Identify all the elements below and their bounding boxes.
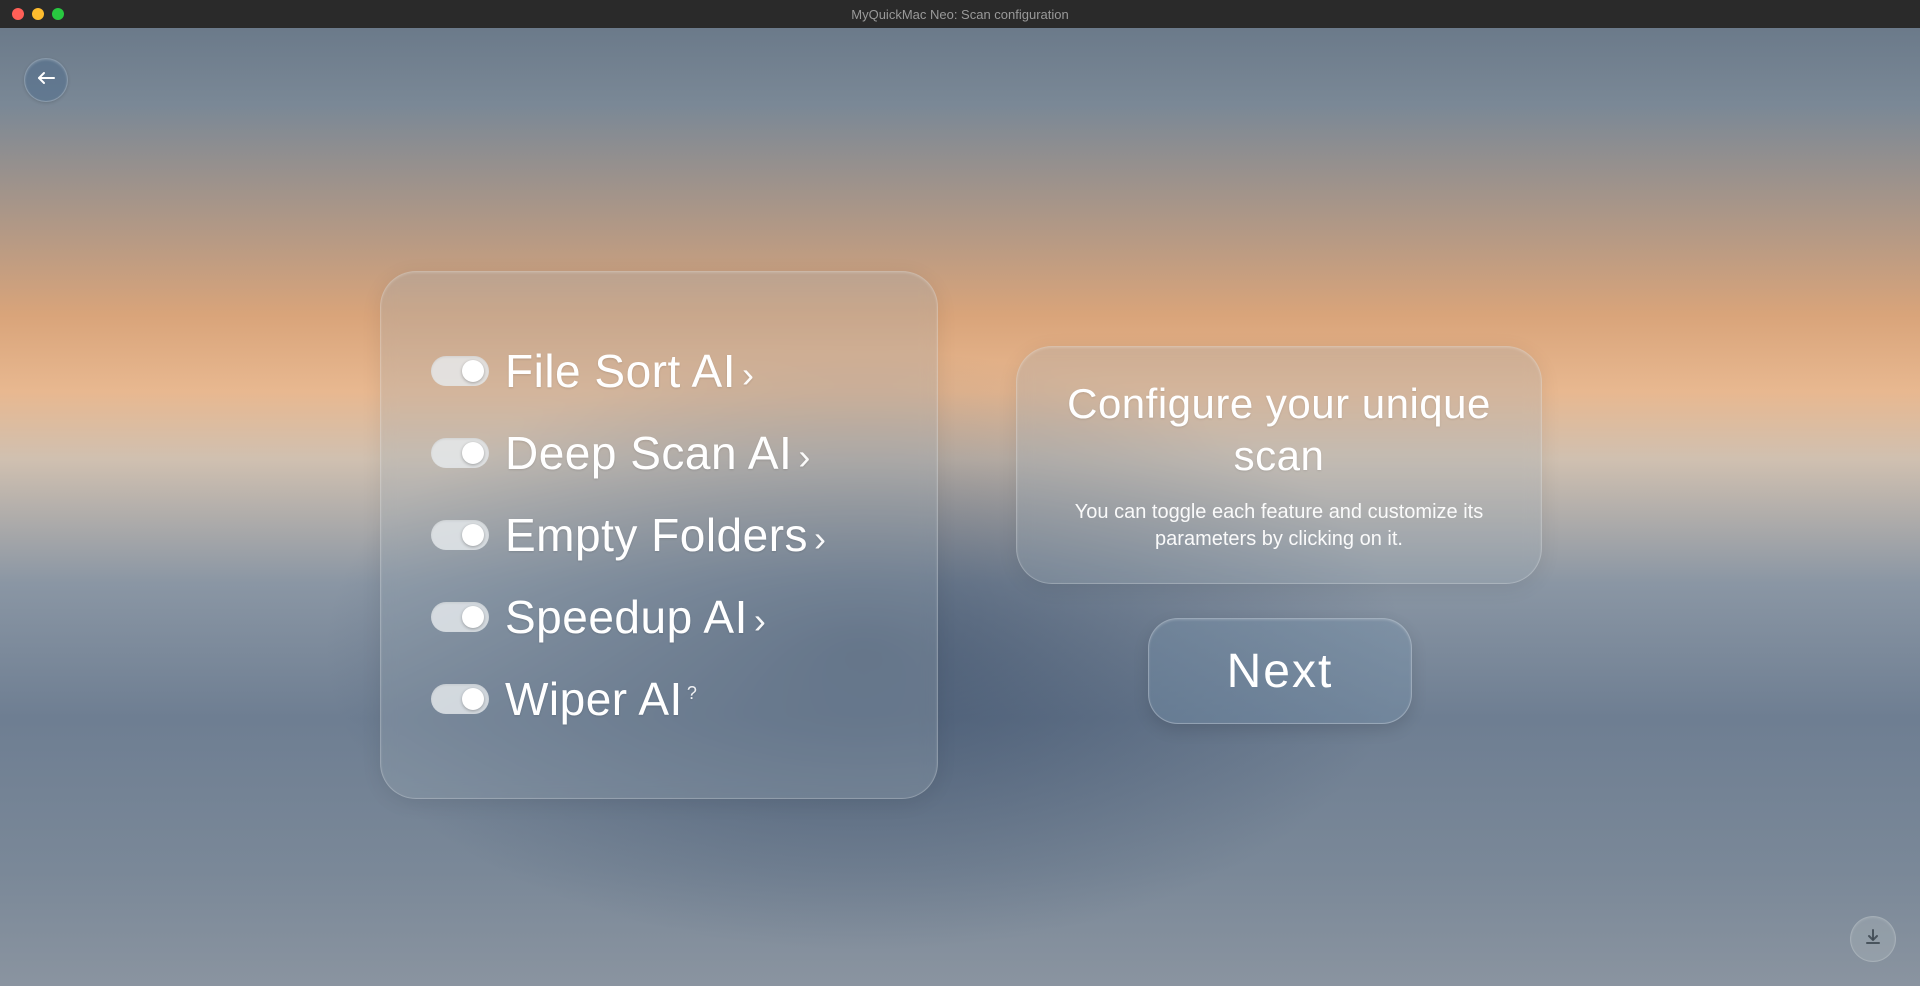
info-panel: Configure your unique scan You can toggl… bbox=[1016, 346, 1542, 584]
chevron-right-icon: › bbox=[798, 436, 811, 477]
chevron-right-icon: › bbox=[814, 518, 827, 559]
toggle-speedup-ai[interactable] bbox=[431, 602, 489, 632]
toggle-wiper-ai[interactable] bbox=[431, 684, 489, 714]
toggle-deep-scan-ai[interactable] bbox=[431, 438, 489, 468]
download-button[interactable] bbox=[1850, 916, 1896, 962]
feature-empty-folders[interactable]: Empty Folders› bbox=[431, 508, 887, 562]
chevron-right-icon: › bbox=[754, 600, 767, 641]
arrow-left-icon bbox=[37, 71, 55, 90]
main-area: File Sort AI› Deep Scan AI› Empty Folder… bbox=[0, 28, 1920, 986]
help-icon: ? bbox=[687, 683, 698, 703]
back-button[interactable] bbox=[24, 58, 68, 102]
feature-label: File Sort AI› bbox=[505, 344, 754, 398]
chevron-right-icon: › bbox=[742, 354, 755, 395]
feature-label: Speedup AI› bbox=[505, 590, 766, 644]
window-controls bbox=[0, 8, 64, 20]
info-description: You can toggle each feature and customiz… bbox=[1057, 499, 1501, 553]
window-title: MyQuickMac Neo: Scan configuration bbox=[851, 7, 1068, 22]
feature-file-sort-ai[interactable]: File Sort AI› bbox=[431, 344, 887, 398]
minimize-window-button[interactable] bbox=[32, 8, 44, 20]
feature-label: Empty Folders› bbox=[505, 508, 827, 562]
titlebar: MyQuickMac Neo: Scan configuration bbox=[0, 0, 1920, 28]
close-window-button[interactable] bbox=[12, 8, 24, 20]
feature-deep-scan-ai[interactable]: Deep Scan AI› bbox=[431, 426, 887, 480]
feature-wiper-ai[interactable]: Wiper AI? bbox=[431, 672, 887, 726]
toggle-file-sort-ai[interactable] bbox=[431, 356, 489, 386]
download-icon bbox=[1863, 927, 1883, 952]
feature-speedup-ai[interactable]: Speedup AI› bbox=[431, 590, 887, 644]
toggle-empty-folders[interactable] bbox=[431, 520, 489, 550]
maximize-window-button[interactable] bbox=[52, 8, 64, 20]
info-title: Configure your unique scan bbox=[1057, 378, 1501, 483]
feature-label: Deep Scan AI› bbox=[505, 426, 811, 480]
next-button[interactable]: Next bbox=[1148, 618, 1412, 724]
feature-label: Wiper AI? bbox=[505, 672, 697, 726]
features-panel: File Sort AI› Deep Scan AI› Empty Folder… bbox=[380, 271, 938, 799]
